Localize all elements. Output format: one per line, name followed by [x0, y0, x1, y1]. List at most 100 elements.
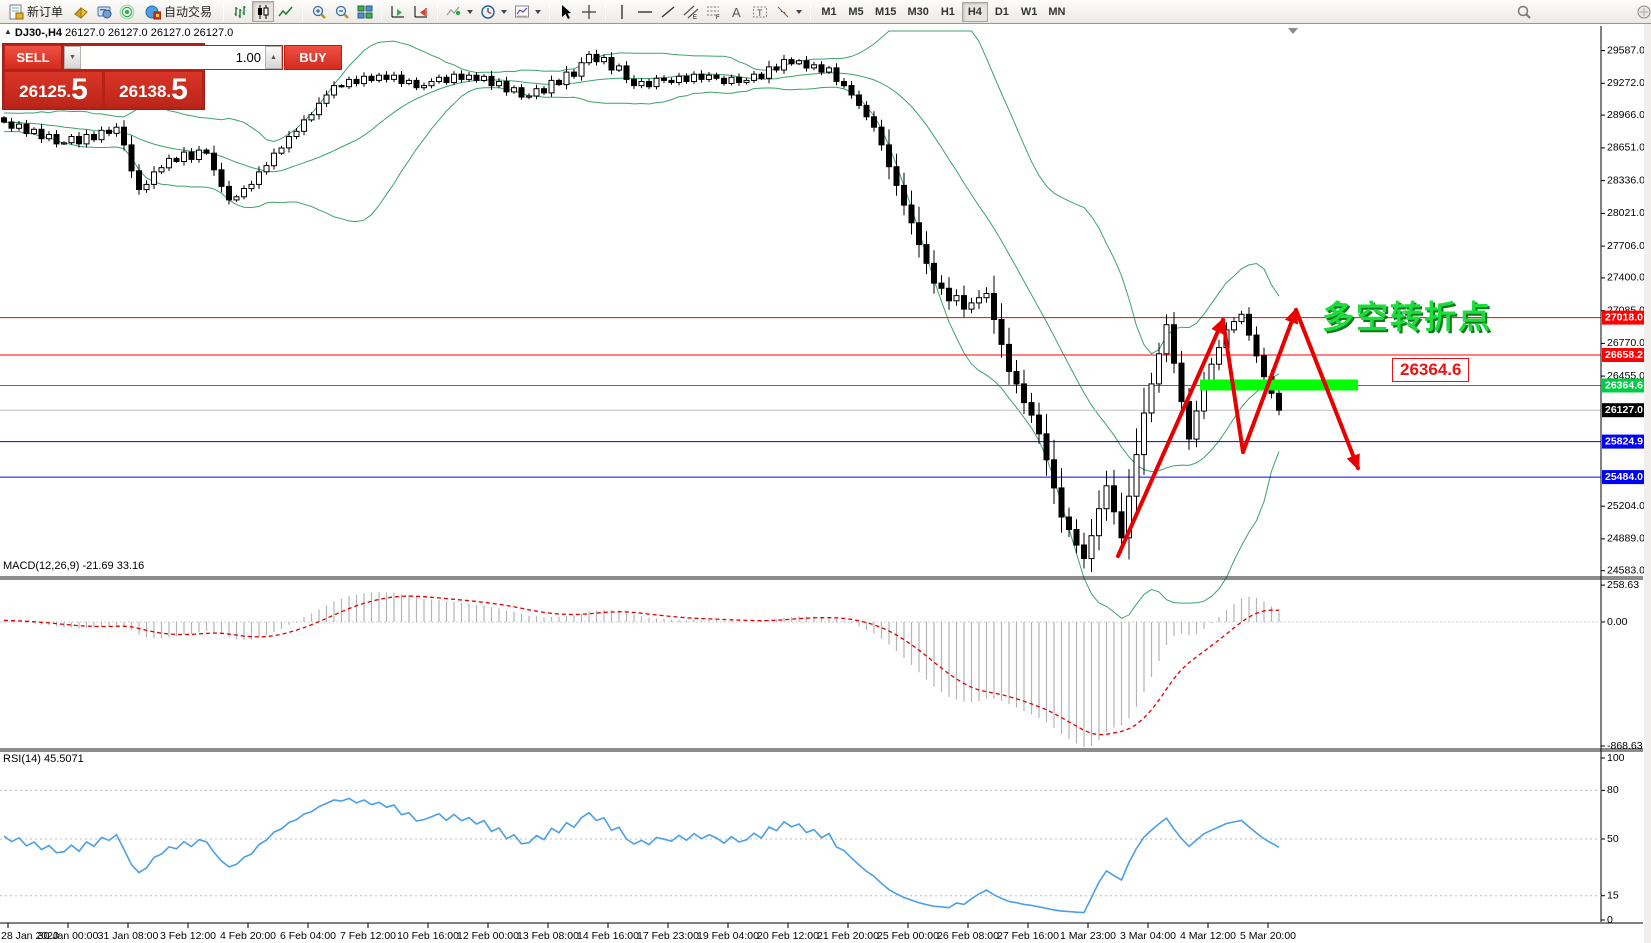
date-axis-label: 27 Feb 16:00	[997, 930, 1059, 942]
candle-body	[722, 78, 727, 83]
date-axis-label: 19 Feb 04:00	[697, 930, 759, 942]
candle-body	[512, 88, 517, 92]
help-button[interactable]	[1633, 1, 1651, 22]
cursor-button[interactable]	[555, 1, 577, 22]
price-tag-label: 26364.6	[1392, 358, 1469, 382]
candle-body	[482, 76, 487, 80]
date-axis-label: 1 Mar 23:00	[1060, 930, 1116, 942]
timeframe-toolbar: M1M5M15M30H1H4D1W1MN	[816, 2, 1070, 22]
candle-body	[2, 118, 7, 122]
zoom-in-button[interactable]	[308, 1, 330, 22]
timeframe-h1-button[interactable]: H1	[935, 2, 961, 22]
buy-price[interactable]: 26138.5	[104, 71, 203, 108]
strategy-tester-button[interactable]	[93, 1, 115, 22]
svg-text:E: E	[693, 15, 697, 20]
candle-body	[174, 158, 179, 161]
vertical-line-button[interactable]	[611, 1, 633, 22]
arrows-button[interactable]	[772, 1, 805, 22]
candle-body	[32, 129, 37, 133]
timeframe-h4-button[interactable]: H4	[962, 2, 988, 22]
crosshair-button[interactable]	[578, 1, 600, 22]
candle-body	[227, 186, 232, 200]
volume-up-button[interactable]: ▲	[265, 46, 282, 69]
sell-button[interactable]: SELL	[4, 45, 62, 70]
sell-price-main: 26125.	[19, 79, 71, 105]
trendline-icon	[660, 4, 676, 20]
arrows-icon	[775, 4, 791, 20]
macd-panel: 258.630.00-868.63	[0, 577, 1643, 752]
chart-canvas[interactable]: 29587.029272.028966.028651.028336.028021…	[0, 24, 1651, 943]
candle-body	[324, 95, 329, 103]
candle-body	[444, 77, 449, 82]
timeframe-m5-button[interactable]: M5	[843, 2, 869, 22]
toolbar-separator	[549, 3, 550, 21]
candle-body	[219, 170, 224, 187]
timeframe-m1-button[interactable]: M1	[816, 2, 842, 22]
price-level-lines-layer	[0, 318, 1601, 478]
candle-body	[632, 79, 637, 85]
indicators-icon	[446, 4, 462, 20]
chart-menu-caret-icon[interactable]	[1288, 28, 1298, 34]
bar-chart-button[interactable]	[229, 1, 251, 22]
candle-body	[617, 66, 622, 70]
search-button[interactable]	[1513, 1, 1535, 22]
tile-windows-button[interactable]	[354, 1, 376, 22]
new-order-button[interactable]: 新订单	[2, 1, 69, 22]
market-watch-icon	[73, 4, 89, 20]
auto-scroll-button[interactable]	[387, 1, 409, 22]
auto-trading-button[interactable]: 自动交易	[139, 1, 218, 22]
zoom-out-button[interactable]	[331, 1, 353, 22]
candlestick-chart-button[interactable]	[252, 1, 274, 22]
candle-body	[677, 76, 682, 82]
volume-input[interactable]	[81, 46, 265, 69]
tile-windows-icon	[357, 4, 373, 20]
sell-price-pip: 5	[71, 75, 88, 105]
candle-body	[752, 74, 757, 80]
rsi-axis-label: 0	[1607, 914, 1613, 926]
candlestick-chart-icon	[255, 4, 271, 20]
price-axis-label: 25204.0	[1607, 500, 1645, 512]
candle-body	[842, 82, 847, 86]
date-axis-label: 21 Feb 20:00	[817, 930, 879, 942]
candle-body	[392, 75, 397, 79]
candle-body	[947, 288, 952, 301]
candle-body	[797, 61, 802, 64]
fibonacci-button[interactable]: F	[703, 1, 725, 22]
text-label-button[interactable]: T	[749, 1, 771, 22]
date-axis-label: 3 Mar 04:00	[1120, 930, 1176, 942]
chart-shift-button[interactable]	[410, 1, 432, 22]
candle-body	[1007, 344, 1012, 371]
candle-body	[17, 124, 22, 128]
macd-axis-label: -868.63	[1607, 740, 1643, 752]
indicators-button[interactable]	[443, 1, 476, 22]
signals-button[interactable]	[116, 1, 138, 22]
equidistant-channel-button[interactable]: E	[680, 1, 702, 22]
chart-symbol-period: DJ30-,H4	[15, 27, 62, 39]
line-chart-button[interactable]	[275, 1, 297, 22]
price-axis-label: 28651.0	[1607, 142, 1645, 154]
svg-text:T: T	[757, 8, 763, 18]
periods-button[interactable]	[477, 1, 510, 22]
horizontal-line-button[interactable]	[634, 1, 656, 22]
date-axis-label: 10 Feb 16:00	[397, 930, 459, 942]
buy-button[interactable]: BUY	[284, 45, 342, 70]
sell-price[interactable]: 26125.5	[4, 71, 103, 108]
candle-body	[249, 184, 254, 188]
timeframe-d1-button[interactable]: D1	[989, 2, 1015, 22]
candle-body	[587, 54, 592, 62]
timeframe-mn-button[interactable]: MN	[1043, 2, 1070, 22]
timeframe-m30-button[interactable]: M30	[902, 2, 933, 22]
price-axis-label: 24583.0	[1607, 564, 1645, 576]
volume-down-button[interactable]: ▼	[64, 46, 81, 69]
candle-body	[534, 89, 539, 96]
timeframe-w1-button[interactable]: W1	[1016, 2, 1043, 22]
date-axis[interactable]: 28 Jan 202030 Jan 00:0031 Jan 08:003 Feb…	[0, 923, 1643, 942]
candle-body	[654, 78, 659, 86]
text-button[interactable]: A	[726, 1, 748, 22]
timeframe-m15-button[interactable]: M15	[870, 2, 901, 22]
candle-body	[782, 60, 787, 70]
trendline-button[interactable]	[657, 1, 679, 22]
market-watch-button[interactable]	[70, 1, 92, 22]
candle-body	[909, 205, 914, 223]
templates-button[interactable]	[511, 1, 544, 22]
